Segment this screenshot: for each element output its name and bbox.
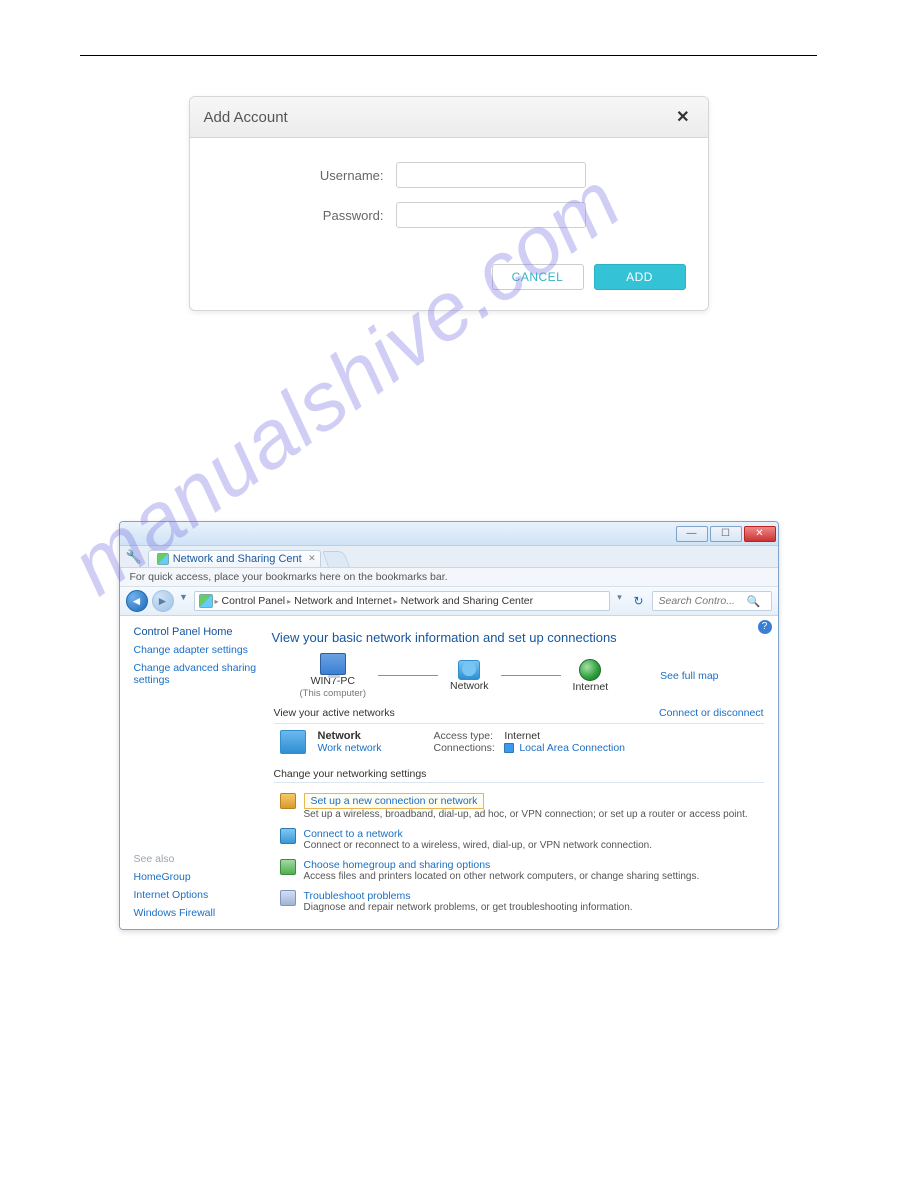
- add-account-dialog: Add Account ✕ Username: Password: CANCEL…: [189, 96, 709, 311]
- cancel-button[interactable]: CANCEL: [492, 264, 584, 290]
- option-setup-connection[interactable]: Set up a new connection or network Set u…: [270, 789, 764, 824]
- access-type-label: Access type:: [434, 730, 502, 742]
- access-type-value: Internet: [504, 730, 540, 742]
- setup-connection-title[interactable]: Set up a new connection or network: [304, 793, 485, 809]
- active-network-name: Network: [318, 730, 382, 742]
- internet-icon: [579, 659, 601, 681]
- setup-connection-desc: Set up a wireless, broadband, dial-up, a…: [304, 809, 748, 820]
- option-troubleshoot[interactable]: Troubleshoot problems Diagnose and repai…: [270, 886, 764, 917]
- back-button[interactable]: ◄: [126, 590, 148, 612]
- maximize-button[interactable]: ☐: [710, 526, 742, 542]
- tab-title: Network and Sharing Cent: [173, 553, 302, 565]
- see-full-map-link[interactable]: See full map: [660, 670, 718, 682]
- breadcrumb[interactable]: ▸Control Panel ▸Network and Internet ▸Ne…: [194, 591, 610, 611]
- sidebar-internet-options-link[interactable]: Internet Options: [134, 889, 260, 901]
- sidebar-homegroup-link[interactable]: HomeGroup: [134, 871, 260, 883]
- search-input[interactable]: [657, 594, 747, 608]
- network-icon: [458, 660, 480, 680]
- network-map-row: WIN7-PC (This computer) Network Internet…: [270, 653, 764, 699]
- connection-link[interactable]: Local Area Connection: [519, 742, 625, 754]
- pc-subtitle: (This computer): [300, 688, 367, 699]
- connect-network-icon: [280, 828, 296, 844]
- browser-tab[interactable]: Network and Sharing Cent ✕: [148, 550, 321, 567]
- control-panel-home[interactable]: Control Panel Home: [134, 626, 260, 638]
- search-icon[interactable]: 🔍: [747, 595, 761, 608]
- dialog-body: Username: Password:: [190, 138, 708, 260]
- troubleshoot-icon: [280, 890, 296, 906]
- window-titlebar: — ☐ ✕: [120, 522, 778, 546]
- add-button[interactable]: ADD: [594, 264, 686, 290]
- username-label: Username:: [214, 168, 384, 183]
- main-panel: ? View your basic network information an…: [270, 616, 778, 929]
- homegroup-desc: Access files and printers located on oth…: [304, 871, 700, 882]
- tab-close-icon[interactable]: ✕: [308, 553, 316, 564]
- password-label: Password:: [214, 208, 384, 223]
- password-input[interactable]: [396, 202, 586, 228]
- tab-favicon-icon: [157, 553, 169, 565]
- new-tab-button[interactable]: [322, 551, 350, 567]
- breadcrumb-dropdown-icon[interactable]: ▾: [614, 592, 626, 610]
- connector-line: [378, 675, 438, 676]
- control-panel-icon: [199, 594, 213, 608]
- minimize-button[interactable]: —: [676, 526, 708, 542]
- troubleshoot-title[interactable]: Troubleshoot problems: [304, 890, 633, 902]
- connections-label: Connections:: [434, 742, 502, 754]
- search-field[interactable]: 🔍: [652, 591, 772, 611]
- computer-icon: [320, 653, 346, 675]
- username-input[interactable]: [396, 162, 586, 188]
- separator: [274, 782, 764, 783]
- see-also-heading: See also: [134, 853, 260, 865]
- browser-tabstrip: 🔧 Network and Sharing Cent ✕: [120, 546, 778, 568]
- bookmark-bar: For quick access, place your bookmarks h…: [120, 568, 778, 587]
- lan-icon: [504, 743, 514, 753]
- forward-button[interactable]: ►: [152, 590, 174, 612]
- option-connect-network[interactable]: Connect to a network Connect or reconnec…: [270, 824, 764, 855]
- dialog-header: Add Account ✕: [190, 97, 708, 138]
- window-close-button[interactable]: ✕: [744, 526, 776, 542]
- separator: [274, 723, 764, 724]
- homegroup-icon: [280, 859, 296, 875]
- connect-network-desc: Connect or reconnect to a wireless, wire…: [304, 840, 653, 851]
- active-network-icon: [280, 730, 306, 754]
- sidebar-firewall-link[interactable]: Windows Firewall: [134, 907, 260, 919]
- refresh-button[interactable]: ↻: [630, 594, 648, 608]
- dialog-title: Add Account: [204, 109, 288, 126]
- network-label: Network: [450, 680, 489, 693]
- homegroup-title[interactable]: Choose homegroup and sharing options: [304, 859, 700, 871]
- crumb-network-internet[interactable]: Network and Internet: [294, 595, 391, 607]
- active-networks-heading: View your active networks: [274, 707, 395, 719]
- troubleshoot-desc: Diagnose and repair network problems, or…: [304, 902, 633, 913]
- internet-label: Internet: [573, 681, 609, 694]
- option-homegroup[interactable]: Choose homegroup and sharing options Acc…: [270, 855, 764, 886]
- main-heading: View your basic network information and …: [272, 630, 764, 645]
- history-dropdown-icon[interactable]: ▼: [178, 592, 190, 610]
- change-settings-heading: Change your networking settings: [274, 768, 764, 780]
- network-sharing-window: — ☐ ✕ 🔧 Network and Sharing Cent ✕ For q…: [119, 521, 779, 930]
- sidebar: Control Panel Home Change adapter settin…: [120, 616, 270, 929]
- wrench-icon: 🔧: [126, 549, 142, 565]
- crumb-network-sharing[interactable]: Network and Sharing Center: [401, 595, 534, 607]
- close-icon[interactable]: ✕: [672, 107, 693, 127]
- setup-connection-icon: [280, 793, 296, 809]
- connect-disconnect-link[interactable]: Connect or disconnect: [659, 707, 763, 719]
- sidebar-adapter-link[interactable]: Change adapter settings: [134, 644, 260, 656]
- nav-toolbar: ◄ ► ▼ ▸Control Panel ▸Network and Intern…: [120, 587, 778, 616]
- active-network-block: Network Work network Access type: Intern…: [270, 730, 764, 754]
- page-rule: [80, 55, 817, 56]
- help-icon[interactable]: ?: [758, 620, 772, 634]
- crumb-control-panel[interactable]: Control Panel: [222, 595, 286, 607]
- sidebar-advanced-link[interactable]: Change advanced sharing settings: [134, 662, 260, 686]
- connector-line: [501, 675, 561, 676]
- connect-network-title[interactable]: Connect to a network: [304, 828, 653, 840]
- network-type-link[interactable]: Work network: [318, 742, 382, 754]
